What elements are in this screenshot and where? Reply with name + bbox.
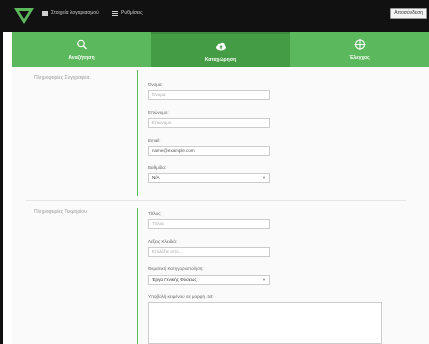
logo-icon[interactable] xyxy=(14,6,34,26)
rank-label: Βαθμίδα: xyxy=(148,165,167,170)
item-section-title: Πληροφορίες Τεκμηρίου xyxy=(34,209,87,215)
settings-link[interactable]: Ρυθμίσεις xyxy=(112,10,143,16)
email-label: Email: xyxy=(148,138,161,143)
keywords-label: Λέξεις Κλειδιά: xyxy=(148,239,178,244)
menu-icon xyxy=(112,10,118,16)
main-tabs: Αναζήτηση Καταχώρηση Έλεγχος xyxy=(12,32,429,67)
name-label: Όνομα: xyxy=(148,82,163,87)
top-navbar: Στοιχεία λογαριασμού Ρυθμίσεις Αποσύνδεσ… xyxy=(0,0,429,32)
cloud-upload-icon xyxy=(215,42,226,51)
upload-label: Υποβολή κειμένου σε μορφή .txt: xyxy=(148,294,214,299)
id-card-icon xyxy=(42,10,48,16)
section-divider xyxy=(137,70,138,196)
email-input[interactable]: name@example.com xyxy=(148,146,270,156)
category-label: Θεματική Κατηγοριοποίηση: xyxy=(148,266,204,271)
logout-button[interactable]: Αποσύνδεση xyxy=(390,8,427,19)
title-label: Τίτλος: xyxy=(148,211,162,216)
tab-register-label: Καταχώρηση xyxy=(204,57,237,63)
title-input[interactable]: Τίτλος xyxy=(148,219,270,229)
section-divider xyxy=(137,208,138,344)
rank-select-value: N/A xyxy=(152,175,160,180)
left-edge xyxy=(0,0,3,344)
tab-register[interactable]: Καταχώρηση xyxy=(151,32,290,67)
section-separator xyxy=(26,200,406,201)
account-link-label: Στοιχεία λογαριασμού xyxy=(51,10,99,16)
search-icon xyxy=(76,39,87,50)
keywords-input[interactable]: Επιλέξτε από... xyxy=(148,247,270,257)
name-input[interactable]: Όνομα xyxy=(148,90,270,100)
upload-textarea[interactable] xyxy=(148,302,382,344)
surname-label: Επώνυμο: xyxy=(148,110,169,115)
chevron-down-icon: ▼ xyxy=(262,277,266,282)
author-section-title: Πληροφορίες Συγγραφέα xyxy=(34,75,90,81)
rank-select[interactable]: N/A ▼ xyxy=(148,173,270,183)
crosshair-icon xyxy=(354,39,365,50)
category-select[interactable]: Έργα Γενικής Φύσεως ▼ xyxy=(148,275,270,285)
account-link[interactable]: Στοιχεία λογαριασμού xyxy=(42,10,99,16)
settings-link-label: Ρυθμίσεις xyxy=(121,10,143,16)
tab-search[interactable]: Αναζήτηση xyxy=(12,32,151,67)
tab-check-label: Έλεγχος xyxy=(349,55,370,61)
category-select-value: Έργα Γενικής Φύσεως xyxy=(152,277,197,282)
surname-input[interactable]: Επώνυμο xyxy=(148,118,270,128)
tab-check[interactable]: Έλεγχος xyxy=(290,32,429,67)
chevron-down-icon: ▼ xyxy=(262,175,266,180)
tab-search-label: Αναζήτηση xyxy=(68,55,95,61)
